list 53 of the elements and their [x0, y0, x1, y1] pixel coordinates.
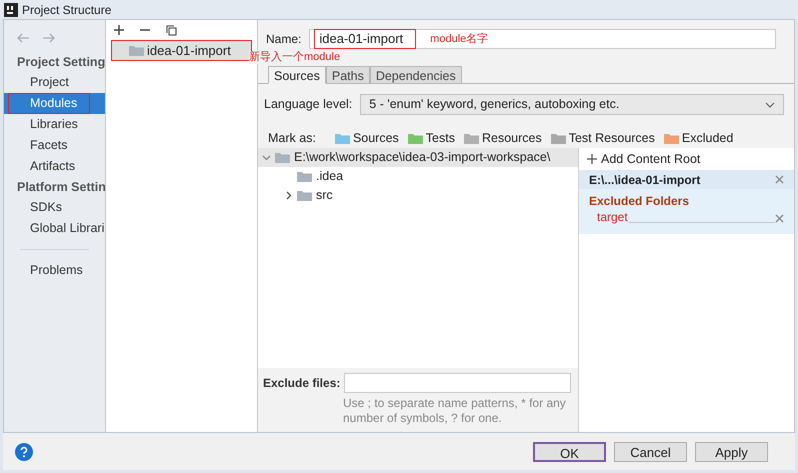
folder-icon — [297, 190, 312, 201]
exclude-files-field[interactable] — [344, 373, 572, 393]
add-content-root-link[interactable]: Add Content Root — [601, 150, 700, 168]
language-level-dropdown[interactable]: 5 - 'enum' keyword, generics, autoboxing etc. — [360, 94, 784, 115]
tab[interactable]: Dependencies — [370, 66, 462, 84]
tab[interactable]: Sources — [268, 66, 326, 84]
tree-item[interactable]: src — [316, 186, 333, 205]
name-field[interactable]: idea-01-import module名字 — [309, 29, 776, 49]
name-label: Name: — [266, 31, 302, 48]
close-icon[interactable] — [775, 214, 784, 223]
sidebar-item[interactable]: Modules — [4, 93, 105, 114]
app-logo-icon — [4, 2, 18, 16]
sidebar-item[interactable]: SDKs — [4, 197, 105, 218]
mark-as-button[interactable]: Test Resources — [550, 128, 655, 148]
dialog-button[interactable]: Cancel — [614, 442, 687, 462]
chevron-down-icon — [765, 102, 775, 108]
language-level-label: Language level: — [264, 96, 352, 114]
mark-as-button[interactable]: Excluded — [664, 128, 734, 148]
sidebar-item[interactable]: Facets — [4, 135, 105, 156]
add-icon[interactable] — [587, 154, 597, 164]
mark-as-button[interactable]: Tests — [408, 128, 455, 148]
exclude-files-label: Exclude files: — [263, 375, 340, 392]
mark-as-button[interactable]: Resources — [464, 128, 542, 148]
folder-icon — [275, 152, 290, 163]
folder-icon — [297, 171, 312, 182]
expanded-chevron-icon[interactable] — [262, 153, 271, 162]
section-heading: Platform Settin — [16, 179, 105, 196]
sidebar-item[interactable]: Project — [4, 72, 105, 93]
dialog-button[interactable]: OK — [533, 442, 606, 462]
section-heading: Project Setting — [16, 54, 105, 71]
excluded-folders-heading: Excluded Folders — [588, 193, 690, 210]
dialog-button[interactable]: Apply — [695, 442, 768, 462]
close-icon[interactable] — [775, 175, 784, 184]
help-icon[interactable] — [15, 442, 33, 460]
collapsed-chevron-icon[interactable] — [284, 191, 293, 200]
sidebar-item[interactable]: Global Librari — [4, 218, 105, 239]
annotation-text: module名字 — [430, 32, 488, 47]
tree-item[interactable]: .idea — [316, 167, 344, 186]
exclude-files-hint: Use ; to separate name patterns, * for any number of symbols, ? for one. — [343, 396, 567, 426]
excluded-folder: target — [597, 209, 628, 226]
tab[interactable]: Paths — [326, 66, 370, 84]
mark-as-button[interactable]: Sources — [334, 128, 399, 148]
name-value: idea-01-import — [314, 29, 416, 49]
copy-icon[interactable] — [166, 24, 177, 36]
mark-as-label: Mark as: — [268, 130, 316, 147]
content-root-path: E:\...\idea-01-import — [589, 172, 700, 188]
add-icon[interactable] — [114, 25, 124, 35]
annotation-text: 新导入一个module — [249, 51, 340, 64]
sidebar-item[interactable]: Artifacts — [4, 156, 105, 177]
sidebar-item[interactable]: Libraries — [4, 114, 105, 135]
sidebar-item[interactable]: Problems — [4, 260, 105, 281]
module-folder-icon — [129, 45, 144, 56]
window-title: Project Structure — [22, 2, 112, 18]
